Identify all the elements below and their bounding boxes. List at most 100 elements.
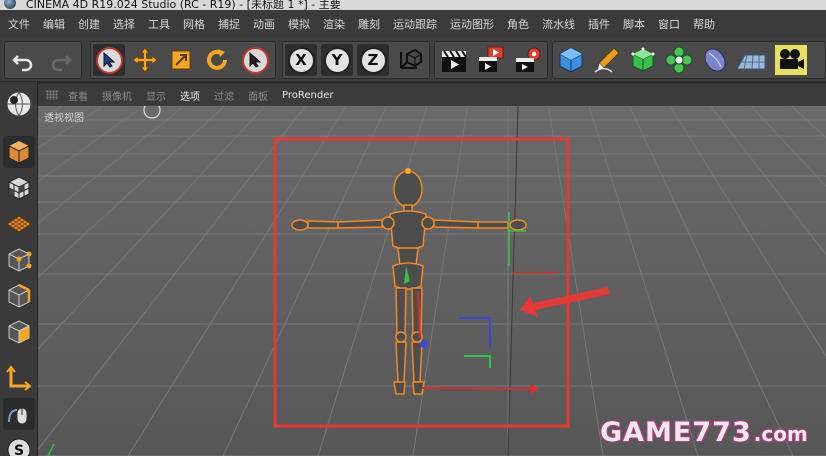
viewport-canvas[interactable] (38, 106, 826, 456)
view-menu-display[interactable]: 显示 (146, 88, 166, 103)
scale-box-icon (171, 50, 191, 70)
coordinate-system-button[interactable] (393, 44, 425, 76)
cloner-button[interactable] (663, 44, 695, 76)
redo-button[interactable] (45, 44, 77, 76)
panel-grip-icon[interactable] (46, 90, 58, 100)
object-tools-group (552, 41, 826, 79)
viewport-label: 透视视图 (44, 113, 84, 124)
menu-bar: 文件 编辑 创建 选择 工具 网格 捕捉 动画 模拟 渲染 雕刻 运动跟踪 运动… (0, 10, 826, 38)
y-axis-icon: Y (323, 46, 351, 74)
move-cross-icon (132, 47, 158, 73)
model-mode-button[interactable] (3, 136, 35, 168)
polygons-mode-button[interactable] (3, 316, 35, 348)
menu-mograph[interactable]: 运动图形 (450, 16, 494, 32)
menu-character[interactable]: 角色 (507, 16, 529, 32)
cloner-flower-icon (665, 46, 693, 74)
menu-animate[interactable]: 动画 (253, 16, 275, 32)
menu-plugins[interactable]: 插件 (588, 16, 610, 32)
clapper-red-icon (479, 46, 504, 72)
edges-mode-button[interactable] (3, 280, 35, 312)
perspective-viewport[interactable]: 透视视图 (38, 106, 826, 456)
grid-plane-icon (6, 215, 32, 233)
menu-tools[interactable]: 工具 (148, 16, 170, 32)
title-bar: CINEMA 4D R19.024 Studio (RC - R19) - [未… (0, 0, 826, 10)
move-tool-button[interactable] (129, 44, 161, 76)
workplane-mode-button[interactable] (3, 208, 35, 240)
rotate-tool-button[interactable] (201, 44, 233, 76)
floor-object-button[interactable] (735, 44, 767, 76)
menu-sculpt[interactable]: 雕刻 (358, 16, 380, 32)
camera-object-button[interactable] (775, 44, 807, 76)
undo-redo-group (4, 41, 82, 79)
checker-cube-icon (8, 176, 30, 200)
menu-select[interactable]: 选择 (113, 16, 135, 32)
left-mode-palette: S (0, 82, 38, 456)
cube-icon (559, 47, 583, 73)
polygons-cube-icon (8, 320, 30, 344)
render-view-button[interactable] (438, 44, 470, 76)
select-tool-button[interactable] (93, 44, 125, 76)
menu-simulate[interactable]: 模拟 (288, 16, 310, 32)
c4d-logo-icon (4, 0, 16, 9)
cube-object-button[interactable] (555, 44, 587, 76)
menu-help[interactable]: 帮助 (693, 16, 715, 32)
points-cube-icon (8, 248, 32, 272)
menu-mesh[interactable]: 网格 (183, 16, 205, 32)
subdivision-surface-button[interactable] (627, 44, 659, 76)
render-picture-viewer-button[interactable] (475, 44, 507, 76)
watermark-brand: GAME773 (600, 417, 752, 448)
axis-corner-icon (6, 365, 32, 391)
snap-button[interactable]: S (3, 434, 35, 456)
menu-motion-tracker[interactable]: 运动跟踪 (393, 16, 437, 32)
cursor-arrow-icon (95, 46, 123, 74)
y-axis-lock-button[interactable]: Y (321, 44, 353, 76)
viewport-menu-bar: 查看 摄像机 显示 选项 过滤 面板 ProRender (38, 84, 826, 106)
live-select-button[interactable] (239, 44, 271, 76)
view-menu-view[interactable]: 查看 (68, 88, 88, 103)
render-settings-button[interactable] (512, 44, 544, 76)
menu-file[interactable]: 文件 (8, 16, 30, 32)
watermark-suffix: .com (753, 422, 808, 446)
view-menu-panel[interactable]: 面板 (248, 88, 268, 103)
x-axis-lock-button[interactable]: X (285, 44, 317, 76)
make-editable-button[interactable] (3, 88, 35, 120)
deformer-button[interactable] (699, 44, 731, 76)
menu-script[interactable]: 脚本 (623, 16, 645, 32)
axis-lock-group: X Y Z (282, 41, 430, 79)
points-mode-button[interactable] (3, 244, 35, 276)
render-group (434, 41, 548, 79)
mouse-tweak-icon (8, 407, 28, 425)
z-axis-lock-button[interactable]: Z (357, 44, 389, 76)
clapper-icon (442, 50, 467, 72)
enable-axis-button[interactable] (3, 362, 35, 394)
pen-icon (594, 47, 620, 73)
svg-text:S: S (14, 443, 24, 456)
camera-icon (775, 45, 807, 75)
transform-tools-group (90, 41, 276, 79)
view-menu-options[interactable]: 选项 (180, 88, 200, 103)
menu-edit[interactable]: 编辑 (43, 16, 65, 32)
globe-icon (6, 91, 32, 117)
menu-render[interactable]: 渲染 (323, 16, 345, 32)
cursor-arrow-icon (241, 46, 269, 74)
view-menu-cameras[interactable]: 摄像机 (102, 88, 132, 103)
cinema4d-window: CINEMA 4D R19.024 Studio (RC - R19) - [未… (0, 0, 826, 456)
window-title: CINEMA 4D R19.024 Studio (RC - R19) - [未… (26, 0, 341, 10)
view-menu-prorender[interactable]: ProRender (282, 90, 333, 101)
menu-snap[interactable]: 捕捉 (218, 16, 240, 32)
undo-button[interactable] (7, 44, 39, 76)
view-menu-filter[interactable]: 过滤 (214, 88, 234, 103)
main-toolbar: X Y Z (0, 38, 826, 82)
clapper-gear-icon (516, 47, 541, 72)
deformer-icon (704, 48, 726, 72)
model-cube-icon (8, 140, 30, 164)
texture-mode-button[interactable] (3, 172, 35, 204)
tweak-mode-button[interactable] (3, 398, 35, 430)
menu-create[interactable]: 创建 (78, 16, 100, 32)
menu-pipeline[interactable]: 流水线 (542, 16, 575, 32)
site-watermark: GAME773 .com (600, 417, 808, 448)
menu-window[interactable]: 窗口 (658, 16, 680, 32)
world-coordinate-icon (400, 48, 422, 69)
pen-tool-button[interactable] (591, 44, 623, 76)
scale-tool-button[interactable] (165, 44, 197, 76)
